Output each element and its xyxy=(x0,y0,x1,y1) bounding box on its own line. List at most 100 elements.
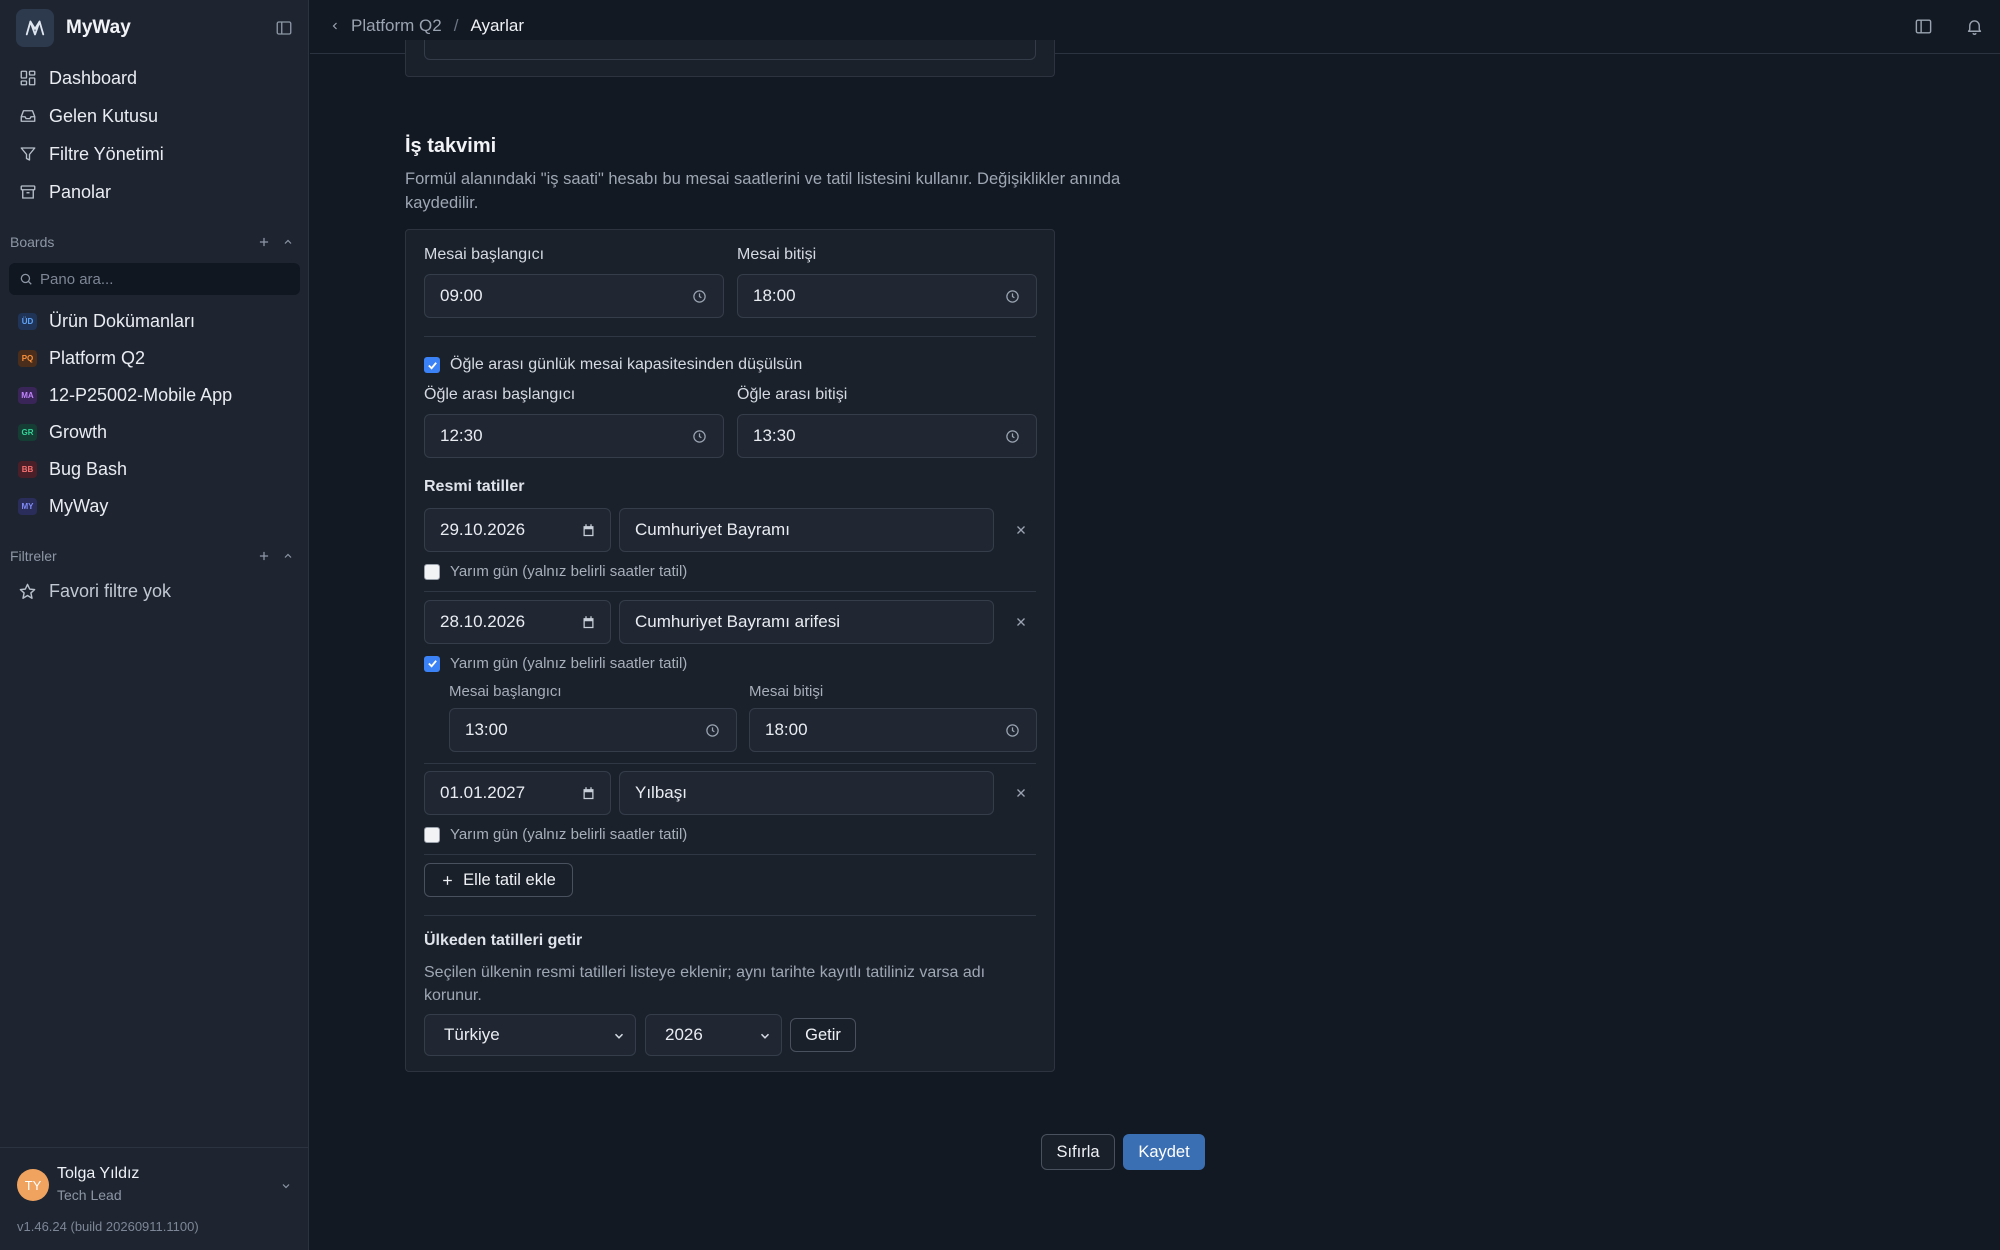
boards-header-label: Boards xyxy=(10,234,55,250)
nav-item-boards[interactable]: Panolar xyxy=(10,173,300,211)
holiday-name-field[interactable] xyxy=(619,771,994,815)
half-day-checkbox-row[interactable]: Yarım gün (yalnız belirli saatler tatil) xyxy=(424,655,687,672)
half-day-end-label: Mesai bitişi xyxy=(749,683,824,700)
holidays-label: Resmi tatiller xyxy=(424,478,525,495)
work-start-field[interactable] xyxy=(424,274,724,318)
holiday-name-input[interactable] xyxy=(635,783,993,803)
holiday-name-input[interactable] xyxy=(635,612,993,632)
holiday-date-field[interactable] xyxy=(424,600,611,644)
half-day-checkbox[interactable] xyxy=(424,563,440,580)
lunch-deduct-checkbox-row[interactable]: Öğle arası günlük mesai kapasitesinden d… xyxy=(424,356,802,374)
holiday-date-input[interactable] xyxy=(440,520,570,540)
half-day-checkbox[interactable] xyxy=(424,826,440,843)
lunch-end-input[interactable] xyxy=(753,426,1036,446)
country-select[interactable]: Türkiye xyxy=(424,1014,636,1056)
nav-item-filter-management[interactable]: Filtre Yönetimi xyxy=(10,135,300,173)
holiday-name-input[interactable] xyxy=(635,520,993,540)
nav-item-label: Gelen Kutusu xyxy=(49,105,159,126)
board-item-label: Platform Q2 xyxy=(49,348,146,368)
holiday-date-input[interactable] xyxy=(440,783,570,803)
nav-item-dashboard[interactable]: Dashboard xyxy=(10,59,300,97)
user-role: Tech Lead xyxy=(57,1187,122,1203)
board-badge: GR xyxy=(18,424,37,441)
chevron-left-icon[interactable] xyxy=(329,20,341,32)
bell-icon[interactable] xyxy=(1965,17,1984,36)
add-board-icon[interactable] xyxy=(252,230,276,254)
nav-item-label: Dashboard xyxy=(49,67,138,88)
breadcrumb-current: Ayarlar xyxy=(470,16,524,35)
half-day-label: Yarım gün (yalnız belirli saatler tatil) xyxy=(450,826,688,843)
section-description: Formül alanındaki "iş saati" hesabı bu m… xyxy=(405,170,1121,212)
holiday-date-field[interactable] xyxy=(424,508,611,552)
breadcrumb-parent[interactable]: Platform Q2 xyxy=(351,16,442,36)
archive-icon xyxy=(19,183,49,201)
sidebar-toggle-icon[interactable] xyxy=(275,19,293,37)
divider xyxy=(424,336,1036,337)
board-item-growth[interactable]: GR Growth xyxy=(10,414,300,451)
half-day-label: Yarım gün (yalnız belirli saatler tatil) xyxy=(450,563,688,580)
calendar-icon[interactable] xyxy=(581,615,596,630)
user-menu[interactable]: TY Tolga Yıldız Tech Lead v1.46.24 (buil… xyxy=(0,1147,309,1250)
remove-holiday-icon[interactable] xyxy=(1010,611,1032,633)
board-item-urun-dokumanlari[interactable]: ÜD Ürün Dokümanları xyxy=(10,303,300,340)
board-search[interactable] xyxy=(9,263,300,295)
half-day-end-input[interactable] xyxy=(765,720,1036,740)
work-start-label: Mesai başlangıcı xyxy=(424,246,545,263)
star-icon xyxy=(18,582,49,601)
board-item-platform-q2[interactable]: PQ Platform Q2 xyxy=(10,340,300,377)
collapse-filters-icon[interactable] xyxy=(276,544,300,568)
work-end-input[interactable] xyxy=(753,286,1036,306)
nav-item-inbox[interactable]: Gelen Kutusu xyxy=(10,97,300,135)
clock-icon xyxy=(1005,289,1020,304)
holiday-name-field[interactable] xyxy=(619,600,994,644)
filters-section-header: Filtreler xyxy=(10,544,300,568)
save-button[interactable]: Kaydet xyxy=(1123,1134,1205,1170)
board-item-myway[interactable]: MY MyWay xyxy=(10,488,300,525)
board-item-label: Ürün Dokümanları xyxy=(49,311,196,331)
grid-icon xyxy=(19,69,49,87)
lunch-start-field[interactable] xyxy=(424,414,724,458)
half-day-end-field[interactable] xyxy=(749,708,1037,752)
half-day-checkbox[interactable] xyxy=(424,655,440,672)
year-select[interactable]: 2026 xyxy=(645,1014,782,1056)
holiday-date-input[interactable] xyxy=(440,612,570,632)
remove-holiday-icon[interactable] xyxy=(1010,782,1032,804)
previous-section-card xyxy=(405,40,1055,77)
board-item-label: 12-P25002-Mobile App xyxy=(49,385,233,405)
remove-holiday-icon[interactable] xyxy=(1010,519,1032,541)
half-day-start-input[interactable] xyxy=(465,720,736,740)
section-title: İş takvimi xyxy=(405,135,497,157)
half-day-start-label: Mesai başlangıcı xyxy=(449,683,562,700)
avatar: TY xyxy=(17,1169,49,1201)
calendar-icon[interactable] xyxy=(581,786,596,801)
boards-section-header: Boards xyxy=(10,230,300,254)
work-start-input[interactable] xyxy=(440,286,723,306)
board-item-mobile-app[interactable]: MA 12-P25002-Mobile App xyxy=(10,377,300,414)
holiday-name-field[interactable] xyxy=(619,508,994,552)
calendar-icon[interactable] xyxy=(581,523,596,538)
lunch-start-label: Öğle arası başlangıcı xyxy=(424,386,576,403)
sidebar: MyWay Dashboard Gelen Kutusu Filtre Yöne… xyxy=(0,0,309,1250)
collapse-boards-icon[interactable] xyxy=(276,230,300,254)
fetch-holidays-button[interactable]: Getir xyxy=(790,1018,856,1052)
brand-logo[interactable] xyxy=(16,9,54,47)
lunch-end-field[interactable] xyxy=(737,414,1037,458)
half-day-start-field[interactable] xyxy=(449,708,737,752)
board-item-bug-bash[interactable]: BB Bug Bash xyxy=(10,451,300,488)
half-day-checkbox-row[interactable]: Yarım gün (yalnız belirli saatler tatil) xyxy=(424,826,687,843)
lunch-start-input[interactable] xyxy=(440,426,723,446)
reset-label: Sıfırla xyxy=(1056,1142,1100,1161)
panel-toggle-icon[interactable] xyxy=(1914,17,1933,36)
work-end-field[interactable] xyxy=(737,274,1037,318)
add-holiday-button[interactable]: Elle tatil ekle xyxy=(424,863,573,897)
reset-button[interactable]: Sıfırla xyxy=(1041,1134,1115,1170)
lunch-deduct-checkbox[interactable] xyxy=(424,357,440,373)
divider xyxy=(424,854,1036,855)
holiday-date-field[interactable] xyxy=(424,771,611,815)
add-filter-icon[interactable] xyxy=(252,544,276,568)
board-search-input[interactable] xyxy=(40,270,280,288)
divider xyxy=(424,763,1036,764)
inbox-icon xyxy=(19,107,49,125)
chevron-down-icon[interactable] xyxy=(280,1180,292,1192)
half-day-checkbox-row[interactable]: Yarım gün (yalnız belirli saatler tatil) xyxy=(424,563,687,580)
